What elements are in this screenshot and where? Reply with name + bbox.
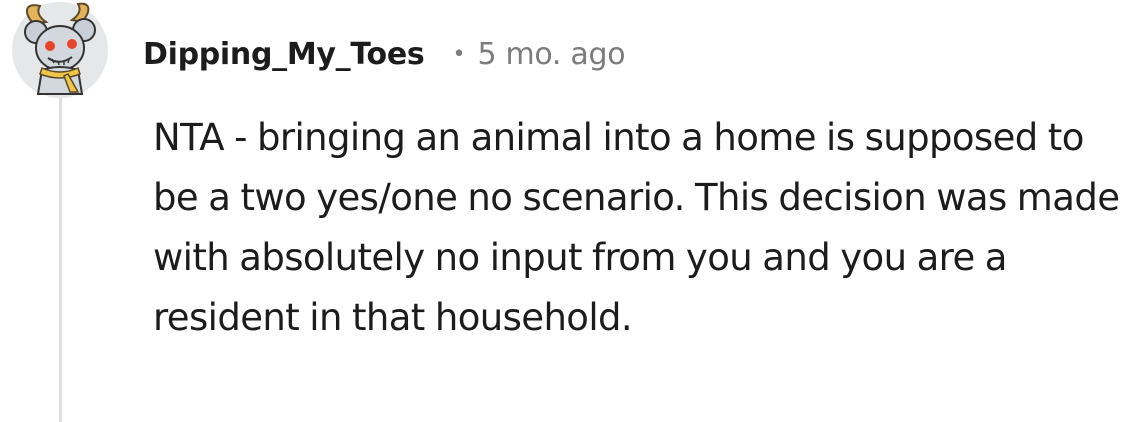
snoo-avatar-icon bbox=[24, 2, 96, 95]
comment-body: NTA - bringing an animal into a home is … bbox=[153, 108, 1128, 348]
comment-text: NTA - bringing an animal into a home is … bbox=[153, 116, 1120, 339]
comment: Dipping_My_Toes • 5 mo. ago NTA - bringi… bbox=[0, 0, 1135, 422]
avatar[interactable] bbox=[12, 2, 108, 98]
author-username[interactable]: Dipping_My_Toes bbox=[143, 37, 425, 72]
meta-separator: • bbox=[452, 41, 466, 67]
timestamp[interactable]: 5 mo. ago bbox=[477, 37, 625, 72]
comment-meta: Dipping_My_Toes • 5 mo. ago bbox=[143, 30, 626, 78]
thread-line[interactable] bbox=[59, 94, 62, 422]
